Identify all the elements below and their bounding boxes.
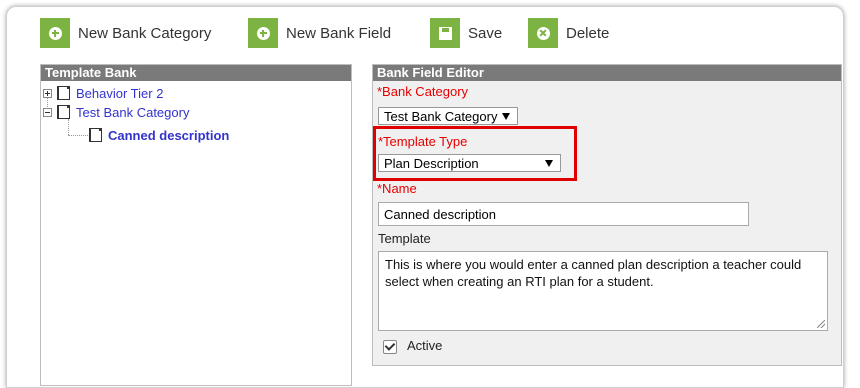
new-bank-field-label: New Bank Field [286,24,392,42]
active-label: Active [407,338,443,353]
document-icon [57,86,70,100]
name-field[interactable]: Canned description [378,202,749,226]
plus-icon [40,18,70,48]
template-label: Template [378,231,431,246]
tree-item[interactable]: Behavior Tier 2 [43,84,163,102]
delete-button[interactable]: Delete [528,18,609,48]
tree-item-selected[interactable]: Canned description [86,126,229,144]
dropdown-arrow-icon [502,113,510,120]
document-icon [89,128,102,142]
tree-item-label[interactable]: Behavior Tier 2 [76,86,163,101]
active-checkbox[interactable] [383,340,397,354]
plus-icon [248,18,278,48]
expand-icon[interactable] [43,88,52,98]
collapse-icon[interactable] [43,107,52,117]
template-bank-panel: Template Bank Behavior Tier 2 Test Bank … [40,64,352,386]
save-button[interactable]: Save [430,18,502,48]
template-text: This is where you would enter a canned p… [385,257,802,289]
new-bank-field-button[interactable]: New Bank Field [248,18,391,48]
tree-item-label[interactable]: Canned description [108,128,229,143]
bank-field-editor-panel: Bank Field Editor *Bank Category Test Ba… [372,64,842,366]
template-bank-title: Template Bank [41,65,351,81]
bank-category-label: *Bank Category [377,84,469,99]
name-value: Canned description [384,206,497,222]
floppy-disk-icon [430,18,460,48]
document-icon [57,105,70,119]
new-bank-category-button[interactable]: New Bank Category [40,18,211,48]
resize-grip-icon[interactable] [817,320,825,328]
tree-item-label[interactable]: Test Bank Category [76,105,189,120]
tree-item[interactable]: Test Bank Category [43,103,189,121]
highlight-box [373,126,577,181]
template-textarea[interactable]: This is where you would enter a canned p… [378,251,828,331]
bank-category-value: Test Bank Category [384,108,498,124]
name-label: *Name [377,181,417,196]
new-bank-category-label: New Bank Category [78,24,212,42]
bank-category-select[interactable]: Test Bank Category [378,107,518,125]
delete-icon [528,18,558,48]
delete-label: Delete [566,24,610,42]
bank-field-editor-title: Bank Field Editor [373,65,841,81]
save-label: Save [468,24,503,42]
